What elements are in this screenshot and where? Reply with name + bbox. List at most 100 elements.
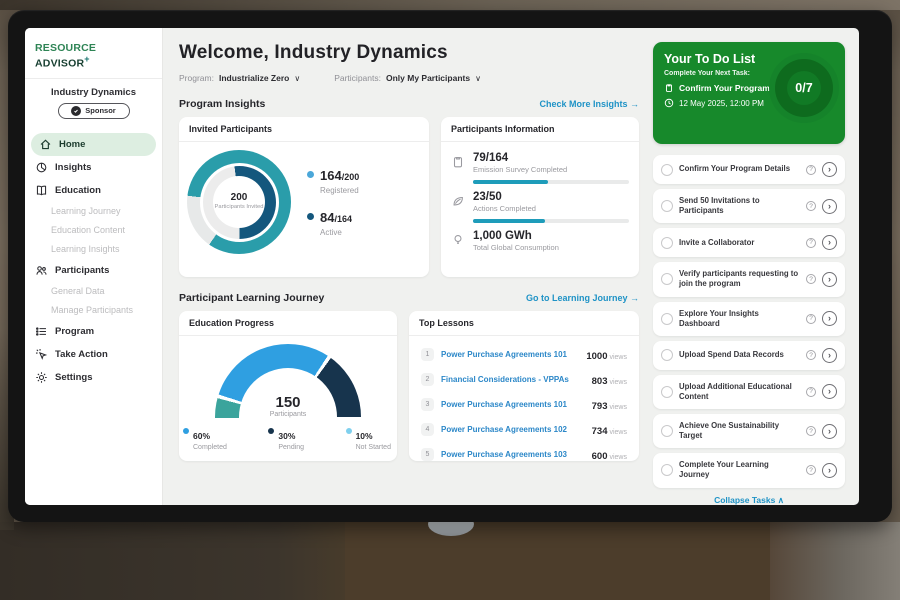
main-content: Welcome, Industry Dynamics Program: Indu… xyxy=(163,28,651,505)
invited-legend: 164/200 Registered 84/164 Active xyxy=(307,167,359,237)
help-icon[interactable]: ? xyxy=(806,387,816,397)
sidebar-item-take-action[interactable]: Take Action xyxy=(25,343,162,366)
task-checkbox[interactable] xyxy=(661,464,673,476)
lesson-link[interactable]: Power Purchase Agreements 102 xyxy=(441,425,585,434)
sidebar-item-insights[interactable]: Insights xyxy=(25,156,162,179)
task-checkbox[interactable] xyxy=(661,349,673,361)
help-icon[interactable]: ? xyxy=(806,465,816,475)
sidebar-item-label: Learning Journey xyxy=(51,206,121,216)
sidebar-item-label: General Data xyxy=(51,286,105,296)
task-checkbox[interactable] xyxy=(661,425,673,437)
lesson-link[interactable]: Power Purchase Agreements 101 xyxy=(441,400,585,409)
task-explore-insights[interactable]: Explore Your Insights Dashboard ? › xyxy=(653,302,845,336)
registered-value: 164 xyxy=(320,168,342,183)
task-complete-learning-journey[interactable]: Complete Your Learning Journey ? › xyxy=(653,453,845,487)
sidebar-item-label: Learning Insights xyxy=(51,244,120,254)
help-icon[interactable]: ? xyxy=(806,165,816,175)
sidebar-item-learning-insights[interactable]: Learning Insights xyxy=(25,240,162,259)
collapse-tasks-link[interactable]: Collapse Tasks ∧ xyxy=(653,495,845,506)
chevron-right-icon[interactable]: › xyxy=(822,424,837,439)
todo-progress-ring: 0/7 xyxy=(775,59,833,117)
sidebar-nav: Home Insights Education Learning Journey xyxy=(25,133,162,389)
legend-completed: 60%Completed xyxy=(183,426,227,451)
lightbulb-icon xyxy=(451,233,465,247)
task-verify-participants[interactable]: Verify participants requesting to join t… xyxy=(653,262,845,296)
account-name: Industry Dynamics xyxy=(31,87,156,98)
lesson-row: 3 Power Purchase Agreements 101 793views xyxy=(419,392,629,417)
registered-label: Registered xyxy=(320,186,359,195)
education-progress-card: Education Progress 150 Participants xyxy=(179,311,397,461)
sidebar-item-general-data[interactable]: General Data xyxy=(25,282,162,301)
sidebar-item-settings[interactable]: Settings xyxy=(25,366,162,389)
help-icon[interactable]: ? xyxy=(806,426,816,436)
logo-primary: RESOURCE xyxy=(35,42,96,54)
emission-progress-bar xyxy=(473,180,629,184)
program-select[interactable]: Program: Industrialize Zero ∨ xyxy=(179,73,300,83)
lesson-rank: 4 xyxy=(421,423,434,436)
education-legend: 60%Completed 30%Pending 10%Not Started xyxy=(179,418,397,451)
chevron-right-icon[interactable]: › xyxy=(822,311,837,326)
stat-label: Actions Completed xyxy=(473,204,629,213)
sidebar-item-label: Program xyxy=(55,326,94,337)
task-checkbox[interactable] xyxy=(661,313,673,325)
help-icon[interactable]: ? xyxy=(806,238,816,248)
chevron-right-icon[interactable]: › xyxy=(822,463,837,478)
lesson-rank: 1 xyxy=(421,348,434,361)
lesson-rank: 2 xyxy=(421,373,434,386)
help-icon[interactable]: ? xyxy=(806,350,816,360)
task-checkbox[interactable] xyxy=(661,164,673,176)
lesson-rank: 3 xyxy=(421,398,434,411)
sidebar-item-learning-journey[interactable]: Learning Journey xyxy=(25,202,162,221)
sidebar-item-label: Insights xyxy=(55,162,91,173)
check-more-insights-link[interactable]: Check More Insights → xyxy=(539,99,639,109)
participants-select[interactable]: Participants: Only My Participants ∨ xyxy=(334,73,481,83)
chevron-right-icon[interactable]: › xyxy=(822,235,837,250)
sidebar-item-home[interactable]: Home xyxy=(31,133,156,156)
legend-not-started: 10%Not Started xyxy=(346,426,391,451)
sidebar-item-label: Settings xyxy=(55,372,92,383)
task-checkbox[interactable] xyxy=(661,273,673,285)
sponsor-icon xyxy=(71,106,81,116)
chevron-right-icon[interactable]: › xyxy=(822,384,837,399)
chevron-right-icon[interactable]: › xyxy=(822,162,837,177)
task-confirm-program[interactable]: Confirm Your Program Details ? › xyxy=(653,155,845,184)
chevron-right-icon[interactable]: › xyxy=(822,348,837,363)
lesson-link[interactable]: Power Purchase Agreements 103 xyxy=(441,450,585,459)
task-achieve-target[interactable]: Achieve One Sustainability Target ? › xyxy=(653,414,845,448)
chevron-right-icon[interactable]: › xyxy=(822,199,837,214)
todo-task-list: Confirm Your Program Details ? › Send 50… xyxy=(653,155,845,488)
education-gauge-chart: 150 Participants xyxy=(215,344,361,418)
task-invite-collaborator[interactable]: Invite a Collaborator ? › xyxy=(653,228,845,257)
list-icon xyxy=(35,325,48,338)
lesson-link[interactable]: Financial Considerations - VPPAs xyxy=(441,375,585,384)
sponsor-badge[interactable]: Sponsor xyxy=(58,103,130,119)
sidebar-item-education-content[interactable]: Education Content xyxy=(25,221,162,240)
sidebar-item-program[interactable]: Program xyxy=(25,320,162,343)
legend-active: 84/164 Active xyxy=(307,209,359,237)
go-to-learning-journey-link[interactable]: Go to Learning Journey → xyxy=(526,293,639,303)
legend-registered: 164/200 Registered xyxy=(307,167,359,195)
task-upload-spend-data[interactable]: Upload Spend Data Records ? › xyxy=(653,341,845,370)
participants-icon xyxy=(35,264,48,277)
insights-icon xyxy=(35,161,48,174)
arrow-right-icon: → xyxy=(630,99,639,109)
active-dot xyxy=(307,213,314,220)
task-send-invitations[interactable]: Send 50 Invitations to Participants ? › xyxy=(653,189,845,223)
sidebar-item-education[interactable]: Education xyxy=(25,179,162,202)
help-icon[interactable]: ? xyxy=(806,314,816,324)
help-icon[interactable]: ? xyxy=(806,201,816,211)
chevron-down-icon: ∨ xyxy=(294,74,300,83)
task-upload-educational-content[interactable]: Upload Additional Educational Content ? … xyxy=(653,375,845,409)
lesson-link[interactable]: Power Purchase Agreements 101 xyxy=(441,350,579,359)
page-title: Welcome, Industry Dynamics xyxy=(179,42,639,64)
sidebar-item-participants[interactable]: Participants xyxy=(25,259,162,282)
task-checkbox[interactable] xyxy=(661,200,673,212)
help-icon[interactable]: ? xyxy=(806,274,816,284)
chevron-right-icon[interactable]: › xyxy=(822,272,837,287)
sidebar-item-manage-participants[interactable]: Manage Participants xyxy=(25,301,162,320)
task-checkbox[interactable] xyxy=(661,237,673,249)
account-block: Industry Dynamics Sponsor xyxy=(25,79,162,127)
task-checkbox[interactable] xyxy=(661,386,673,398)
chevron-down-icon: ∨ xyxy=(475,74,481,83)
card-title: Education Progress xyxy=(179,311,397,336)
